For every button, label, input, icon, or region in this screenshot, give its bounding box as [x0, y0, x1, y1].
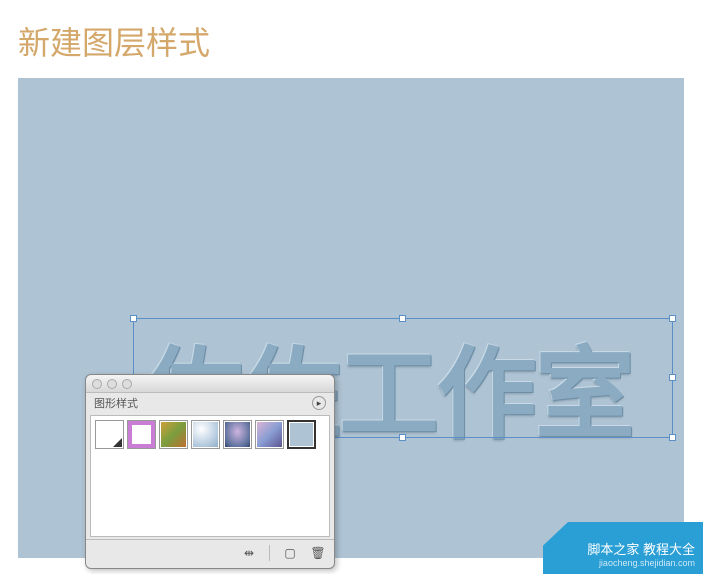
delete-style-icon[interactable]: 🗑 [310, 545, 326, 561]
panel-footer: ⇹ ▢ 🗑 [86, 539, 334, 565]
style-swatch-flat-blue[interactable] [287, 420, 316, 449]
style-swatch-mosaic[interactable] [159, 420, 188, 449]
resize-handle-tr[interactable] [669, 315, 676, 322]
panel-tab-label[interactable]: 图形样式 [94, 395, 138, 411]
panel-menu-icon[interactable]: ▸ [312, 396, 326, 410]
graphic-styles-panel[interactable]: 图形样式 ▸ ⇹ ▢ 🗑 [85, 374, 335, 569]
resize-handle-bm[interactable] [399, 434, 406, 441]
style-swatch-default[interactable] [95, 420, 124, 449]
panel-titlebar[interactable] [86, 375, 334, 393]
page-title: 新建图层样式 [0, 0, 703, 64]
new-style-icon[interactable]: ▢ [282, 545, 298, 561]
zoom-dot-icon[interactable] [122, 379, 132, 389]
style-swatch-nebula[interactable] [223, 420, 252, 449]
minimize-dot-icon[interactable] [107, 379, 117, 389]
watermark-main-text: 脚本之家 教程大全 [587, 539, 695, 558]
style-swatch-soft-gradient[interactable] [255, 420, 284, 449]
style-swatch-glass[interactable] [191, 420, 220, 449]
resize-handle-mr[interactable] [669, 374, 676, 381]
resize-handle-tm[interactable] [399, 315, 406, 322]
close-dot-icon[interactable] [92, 379, 102, 389]
resize-handle-tl[interactable] [130, 315, 137, 322]
style-swatch-purple-outline[interactable] [127, 420, 156, 449]
style-swatch-grid [90, 415, 330, 537]
break-link-icon[interactable]: ⇹ [241, 545, 257, 561]
separator [269, 545, 270, 561]
resize-handle-br[interactable] [669, 434, 676, 441]
corner-watermark: 脚本之家 教程大全 jiaocheng.shejidian.com [513, 522, 703, 574]
watermark-sub-text: jiaocheng.shejidian.com [587, 558, 695, 568]
panel-tab-bar: 图形样式 ▸ [86, 393, 334, 413]
